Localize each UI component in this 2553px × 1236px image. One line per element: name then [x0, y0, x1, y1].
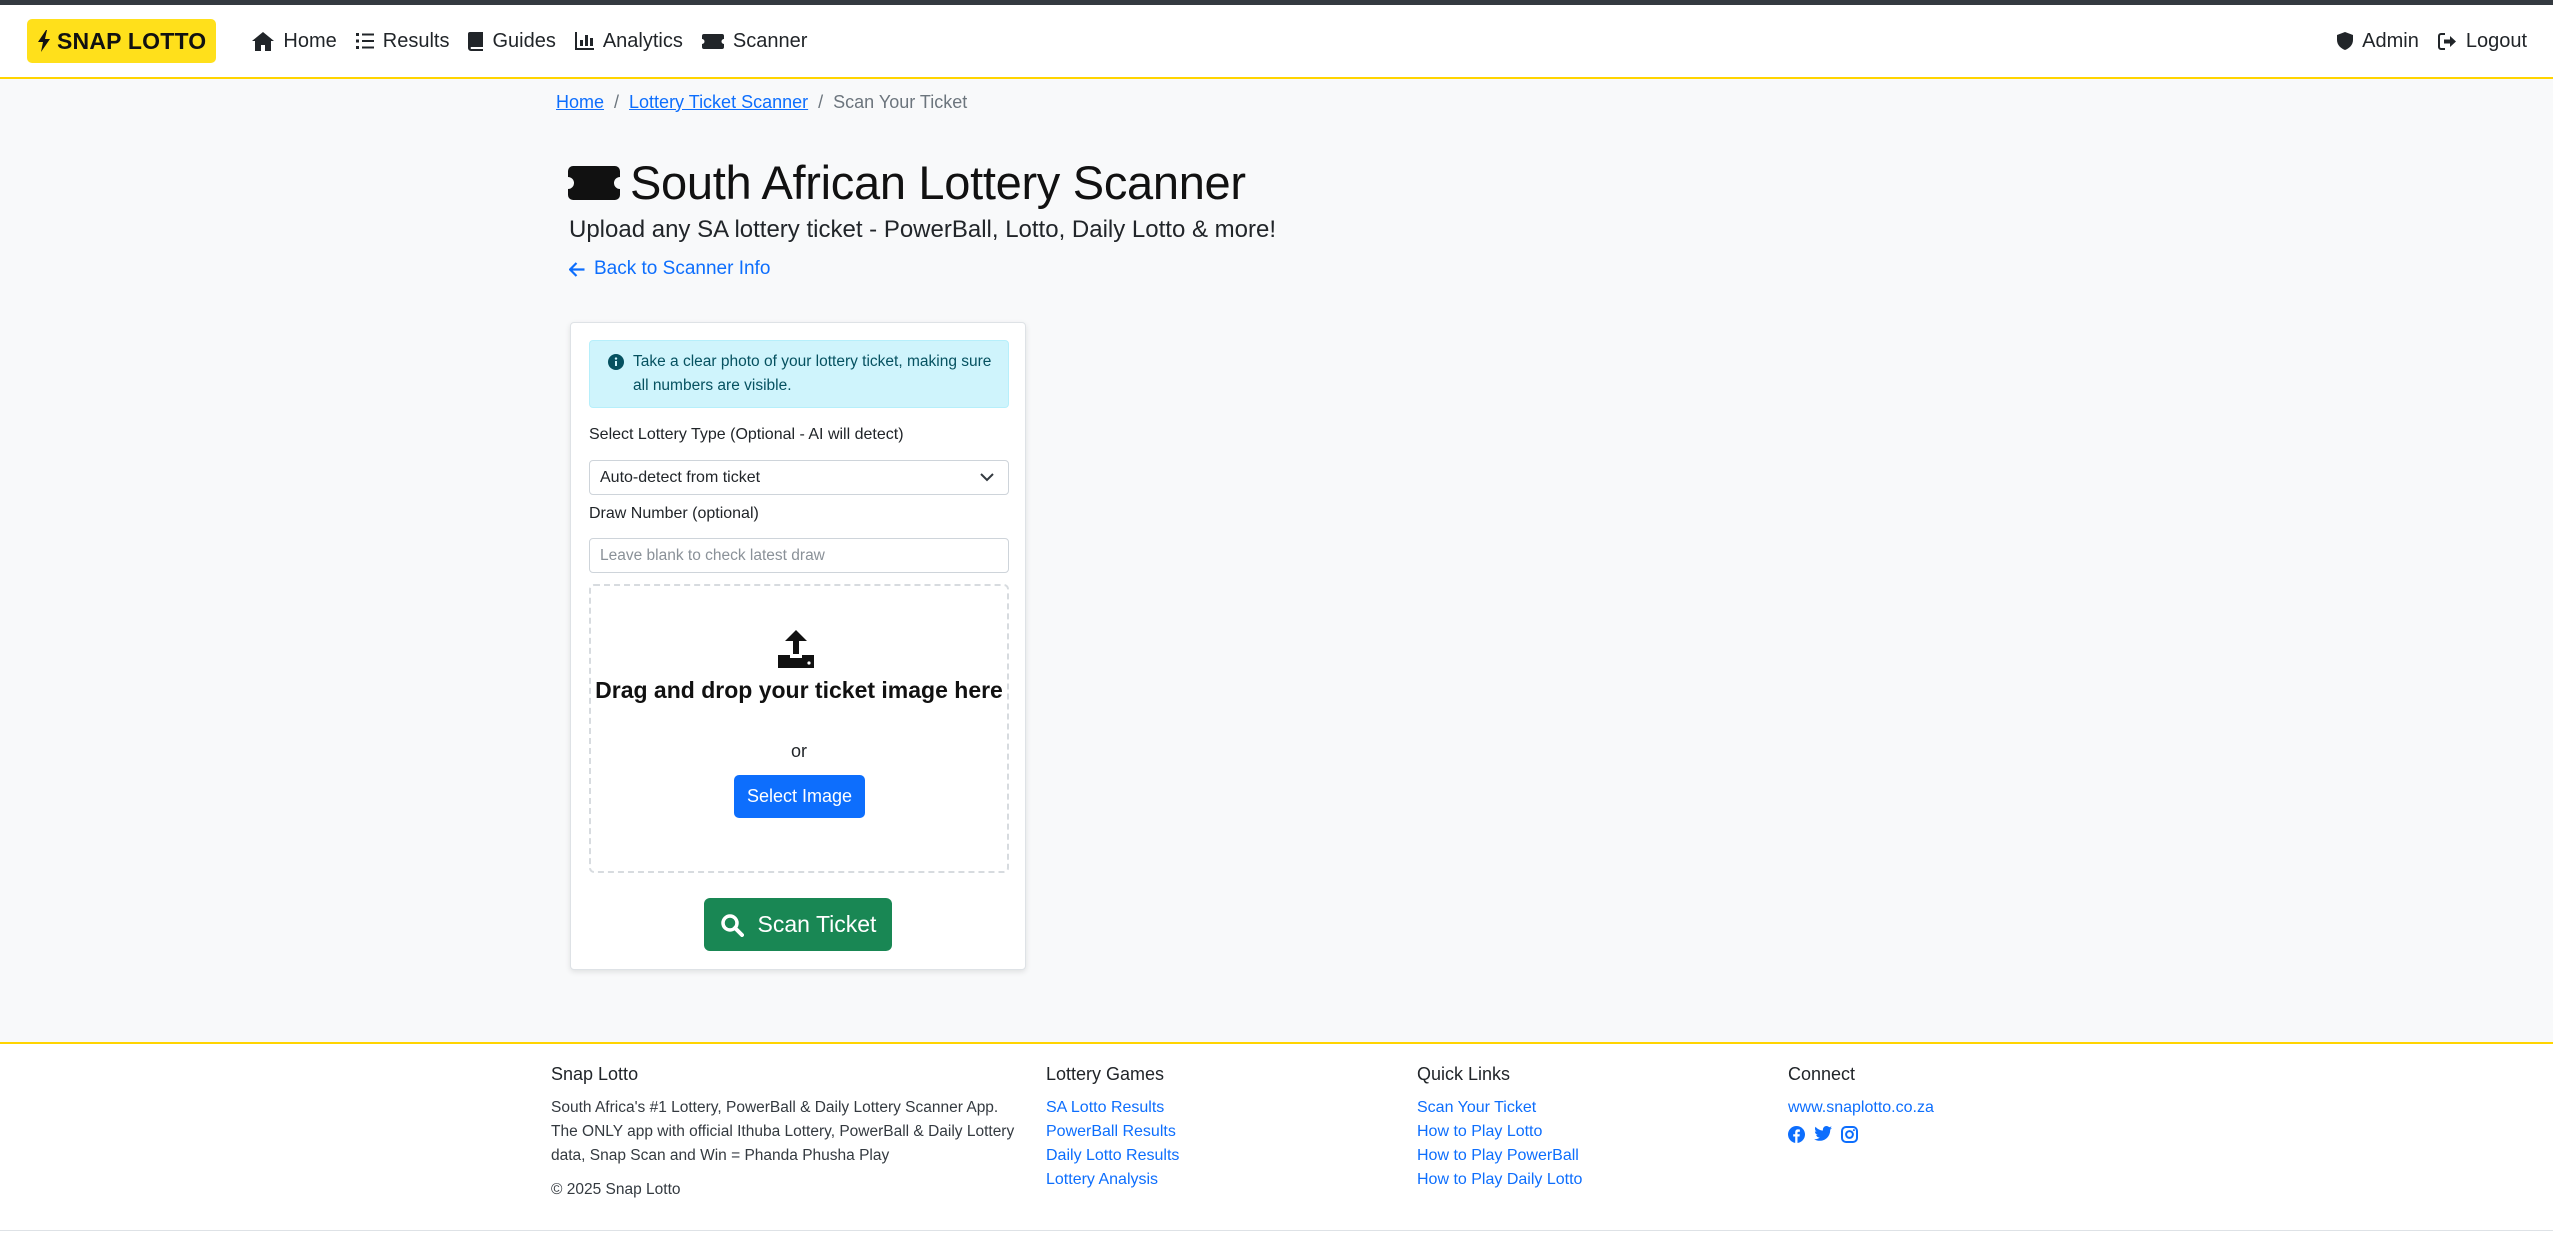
scan-ticket-label: Scan Ticket: [757, 911, 877, 937]
brand-logo[interactable]: SNAP LOTTO: [27, 19, 217, 63]
draw-number-input[interactable]: [589, 538, 1009, 573]
nav-scanner[interactable]: Scanner: [701, 29, 808, 53]
twitter-icon[interactable]: [1814, 1126, 1832, 1143]
footer-link-how-to-play-powerball[interactable]: How to Play PowerBall: [1417, 1144, 1582, 1168]
select-image-button[interactable]: Select Image: [734, 775, 865, 818]
nav-home-label: Home: [283, 29, 337, 52]
nav-admin[interactable]: Admin: [2337, 30, 2419, 53]
navbar: SNAP LOTTO Home Results Guides Analytics: [0, 5, 2553, 79]
breadcrumb-separator: /: [818, 91, 824, 112]
nav-admin-label: Admin: [2362, 29, 2419, 52]
nav-logout[interactable]: Logout: [2437, 29, 2527, 53]
footer-connect: Connect www.snaplotto.co.za: [1788, 1064, 1934, 1143]
footer-link-how-to-play-lotto[interactable]: How to Play Lotto: [1417, 1120, 1582, 1144]
info-circle-icon: [608, 354, 624, 398]
nav-right: Admin Logout: [2318, 30, 2527, 53]
scan-ticket-button[interactable]: Scan Ticket: [704, 898, 892, 951]
nav-analytics-label: Analytics: [602, 29, 683, 52]
upload-icon: [778, 630, 814, 668]
bolt-icon: [37, 30, 51, 52]
back-to-scanner-info-link[interactable]: Back to Scanner Info: [569, 258, 770, 280]
footer-about: Snap Lotto South Africa's #1 Lottery, Po…: [551, 1064, 1021, 1202]
footer-link-scan-ticket[interactable]: Scan Your Ticket: [1417, 1096, 1582, 1120]
footer-copyright: © 2025 Snap Lotto: [551, 1181, 681, 1198]
home-icon: [252, 31, 275, 51]
lottery-type-select[interactable]: Auto-detect from ticket: [589, 460, 1009, 495]
ticket-icon: [568, 165, 620, 200]
shield-icon: [2337, 32, 2354, 50]
footer-website-link[interactable]: www.snaplotto.co.za: [1788, 1096, 1934, 1120]
list-ol-icon: [355, 32, 374, 50]
brand-name: SNAP LOTTO: [57, 27, 207, 54]
page-bottom-divider: [0, 1230, 2553, 1231]
ticket-icon: [701, 33, 724, 49]
footer: Snap Lotto South Africa's #1 Lottery, Po…: [0, 1042, 2553, 1236]
page-heading: South African Lottery Scanner: [568, 155, 1246, 210]
facebook-icon[interactable]: [1788, 1126, 1805, 1143]
chart-bar-icon: [574, 32, 594, 50]
footer-about-title: Snap Lotto: [551, 1064, 639, 1084]
lottery-type-value: Auto-detect from ticket: [600, 468, 761, 486]
social-links: [1788, 1126, 1934, 1143]
main-content: Home / Lottery Ticket Scanner / Scan You…: [556, 89, 1996, 970]
footer-connect-title: Connect: [1788, 1064, 1856, 1084]
instagram-icon[interactable]: [1841, 1126, 1858, 1143]
chevron-down-icon: [980, 473, 994, 482]
breadcrumb: Home / Lottery Ticket Scanner / Scan You…: [556, 89, 1996, 115]
footer-quick-links: Quick Links Scan Your Ticket How to Play…: [1417, 1064, 1582, 1192]
draw-number-label: Draw Number (optional): [589, 505, 759, 522]
footer-link-how-to-play-daily-lotto[interactable]: How to Play Daily Lotto: [1417, 1168, 1582, 1192]
arrow-left-icon: [569, 261, 585, 277]
nav-left: SNAP LOTTO Home Results Guides Analytics: [27, 19, 826, 63]
info-alert-text: Take a clear photo of your lottery ticke…: [633, 353, 992, 394]
nav-scanner-label: Scanner: [732, 29, 808, 52]
page-subtitle: Upload any SA lottery ticket - PowerBall…: [569, 216, 1276, 243]
footer-link-daily-lotto-results[interactable]: Daily Lotto Results: [1046, 1144, 1179, 1168]
back-link-label: Back to Scanner Info: [594, 258, 771, 279]
info-alert: Take a clear photo of your lottery ticke…: [589, 340, 1009, 408]
nav-logout-label: Logout: [2465, 29, 2527, 52]
breadcrumb-separator: /: [614, 91, 620, 112]
image-dropzone[interactable]: Drag and drop your ticket image here or …: [589, 584, 1009, 873]
nav-results[interactable]: Results: [355, 29, 450, 53]
footer-link-lottery-analysis[interactable]: Lottery Analysis: [1046, 1168, 1179, 1192]
lottery-type-label: Select Lottery Type (Optional - AI will …: [589, 426, 904, 443]
scan-form-card: Take a clear photo of your lottery ticke…: [570, 322, 1026, 970]
page-title: South African Lottery Scanner: [630, 156, 1246, 209]
footer-quick-title: Quick Links: [1417, 1064, 1511, 1084]
footer-games-title: Lottery Games: [1046, 1064, 1165, 1084]
dropzone-or: or: [790, 741, 807, 761]
breadcrumb-current: Scan Your Ticket: [833, 91, 968, 112]
breadcrumb-home[interactable]: Home: [556, 92, 604, 113]
nav-guides-label: Guides: [492, 29, 556, 52]
nav-guides[interactable]: Guides: [468, 29, 556, 53]
nav-results-label: Results: [382, 29, 450, 52]
breadcrumb-scanner[interactable]: Lottery Ticket Scanner: [629, 92, 808, 113]
footer-link-powerball-results[interactable]: PowerBall Results: [1046, 1120, 1179, 1144]
logout-icon: [2437, 32, 2457, 50]
dropzone-title: Drag and drop your ticket image here: [595, 677, 1003, 703]
footer-games: Lottery Games SA Lotto Results PowerBall…: [1046, 1064, 1179, 1192]
footer-link-sa-lotto-results[interactable]: SA Lotto Results: [1046, 1096, 1179, 1120]
nav-analytics[interactable]: Analytics: [574, 29, 683, 53]
search-icon: [720, 913, 744, 937]
book-icon: [468, 31, 484, 51]
footer-about-text: South Africa's #1 Lottery, PowerBall & D…: [551, 1099, 1015, 1164]
nav-home[interactable]: Home: [252, 29, 337, 53]
